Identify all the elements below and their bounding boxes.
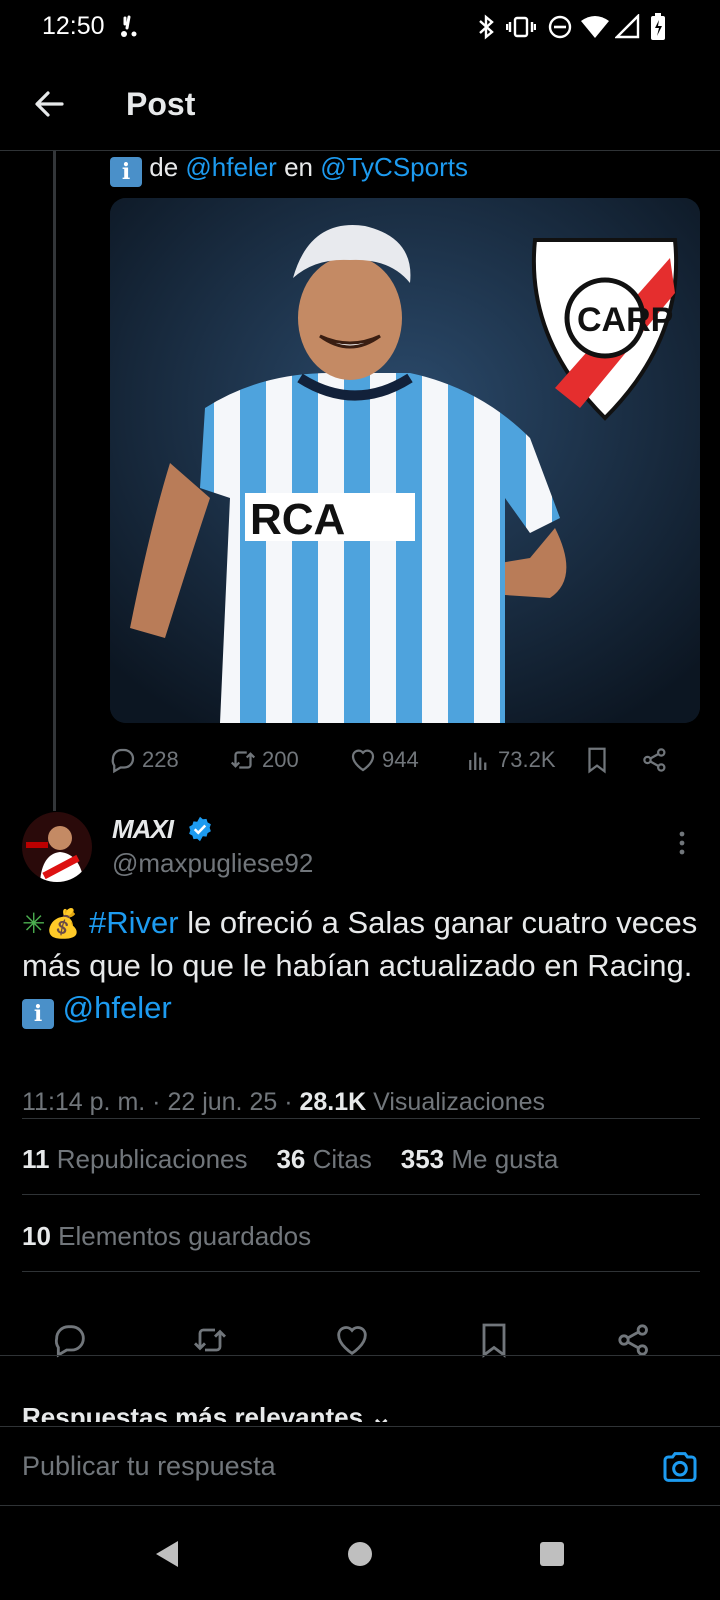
camera-icon[interactable] [660, 1447, 700, 1487]
repost-count: 200 [262, 747, 299, 772]
like-action[interactable]: 944 [348, 742, 419, 778]
quotes-label: Citas [312, 1144, 372, 1174]
reply-action[interactable]: 228 [108, 742, 179, 778]
author-handle[interactable]: @maxpugliese92 [112, 848, 313, 879]
page-title: Post [126, 86, 196, 122]
nav-home-icon[interactable] [342, 1536, 378, 1572]
thread-connector [53, 151, 56, 811]
source-mid: en [284, 152, 313, 182]
hashtag-link[interactable]: #River [89, 905, 179, 940]
repost-button[interactable] [190, 1320, 234, 1364]
svg-text:CARP: CARP [577, 301, 673, 339]
divider [22, 1271, 700, 1272]
divider [22, 1118, 700, 1119]
bookmark-button[interactable] [474, 1320, 518, 1364]
status-time: 12:50 [42, 12, 105, 40]
battery-icon [646, 12, 670, 42]
likes-stat[interactable]: 353 Me gusta [401, 1144, 559, 1174]
more-options-icon[interactable] [668, 826, 696, 860]
back-arrow-icon[interactable] [28, 82, 72, 126]
dnd-icon [546, 12, 574, 42]
views-count: 73.2K [498, 747, 556, 772]
info-emoji-icon: i [110, 157, 142, 187]
bookmarks-label: Elementos guardados [58, 1221, 312, 1251]
reply-icon [54, 1325, 85, 1358]
post-meta: 11:14 p. m. · 22 jun. 25 · 28.1K Visuali… [22, 1088, 546, 1116]
source-prefix: de [149, 152, 179, 182]
sparkle-emoji-icon: ✳ [22, 907, 46, 940]
divider [22, 1194, 700, 1195]
mention-link[interactable]: @hfeler [63, 990, 172, 1025]
bookmark-action[interactable] [582, 742, 616, 778]
wifi-icon [580, 12, 610, 42]
money-bag-emoji-icon: 💰 [45, 907, 81, 940]
share-icon [618, 1324, 648, 1356]
author-name[interactable]: MAXI [112, 814, 174, 845]
like-count: 944 [382, 747, 419, 772]
divider [0, 1355, 720, 1356]
likes-count: 353 [400, 1144, 445, 1174]
heart-icon [337, 1326, 367, 1356]
views-action[interactable]: 73.2K [464, 742, 556, 778]
bookmark-icon [482, 1323, 506, 1358]
reply-count: 228 [142, 747, 179, 772]
svg-text:RCA: RCA [250, 495, 345, 544]
bookmark-icon [588, 747, 606, 774]
heart-icon [351, 749, 375, 772]
chevron-down-icon: ⌄ [370, 1402, 393, 1422]
reply-composer-bar: Publicar tu respuesta [0, 1426, 720, 1506]
nav-recents-icon[interactable] [534, 1536, 570, 1572]
replies-sort-label: Respuestas más relevantes [22, 1402, 364, 1422]
post-date[interactable]: 22 jun. 25 [167, 1088, 277, 1116]
views-label: Visualizaciones [373, 1088, 546, 1116]
bookmarks-stat[interactable]: 10 Elementos guardados [22, 1221, 311, 1252]
like-button[interactable] [332, 1320, 376, 1364]
bookmarks-count: 10 [22, 1221, 51, 1251]
nav-back-icon[interactable] [148, 1536, 184, 1572]
post-image[interactable]: RCA CARP [110, 198, 700, 723]
share-action[interactable] [640, 742, 674, 778]
mention-link[interactable]: @TyCSports [320, 152, 468, 182]
verified-badge-icon [186, 815, 214, 843]
repost-icon [230, 751, 256, 769]
mention-link[interactable]: @hfeler [185, 152, 276, 182]
reposts-stat[interactable]: 11 Republicaciones [22, 1144, 248, 1174]
repost-icon [193, 1328, 227, 1352]
reposts-count: 11 [22, 1144, 50, 1174]
bluetooth-icon [474, 12, 498, 42]
views-total: 28.1K [299, 1088, 367, 1116]
status-bar: 12:50 [0, 0, 720, 56]
reply-icon [111, 748, 135, 774]
quotes-stat[interactable]: 36 Citas [276, 1144, 371, 1174]
top-header: Post [0, 56, 720, 151]
info-emoji-icon: i [22, 999, 54, 1029]
source-credit: i de @hfeler en @TyCSports [110, 152, 468, 187]
replies-sort-dropdown[interactable]: Respuestas más relevantes ⌄ [22, 1402, 392, 1422]
post-text: ✳💰 #River le ofreció a Salas ganar cuatr… [22, 902, 702, 1029]
analytics-icon [469, 752, 487, 770]
quotes-count: 36 [276, 1144, 306, 1174]
reposts-label: Republicaciones [56, 1144, 248, 1174]
reply-input[interactable]: Publicar tu respuesta [22, 1451, 276, 1482]
post-time[interactable]: 11:14 p. m. [22, 1088, 145, 1116]
cell-signal-icon [614, 12, 642, 42]
notification-icon [118, 12, 144, 42]
reply-button[interactable] [50, 1320, 94, 1364]
share-button[interactable] [614, 1320, 658, 1364]
share-icon [643, 748, 666, 772]
engagement-stats: 11 Republicaciones 36 Citas 353 Me gusta [22, 1144, 558, 1175]
repost-action[interactable]: 200 [228, 742, 299, 778]
system-nav-bar [0, 1508, 720, 1600]
likes-label: Me gusta [451, 1144, 559, 1174]
avatar[interactable] [22, 812, 92, 882]
vibrate-icon [506, 12, 536, 42]
